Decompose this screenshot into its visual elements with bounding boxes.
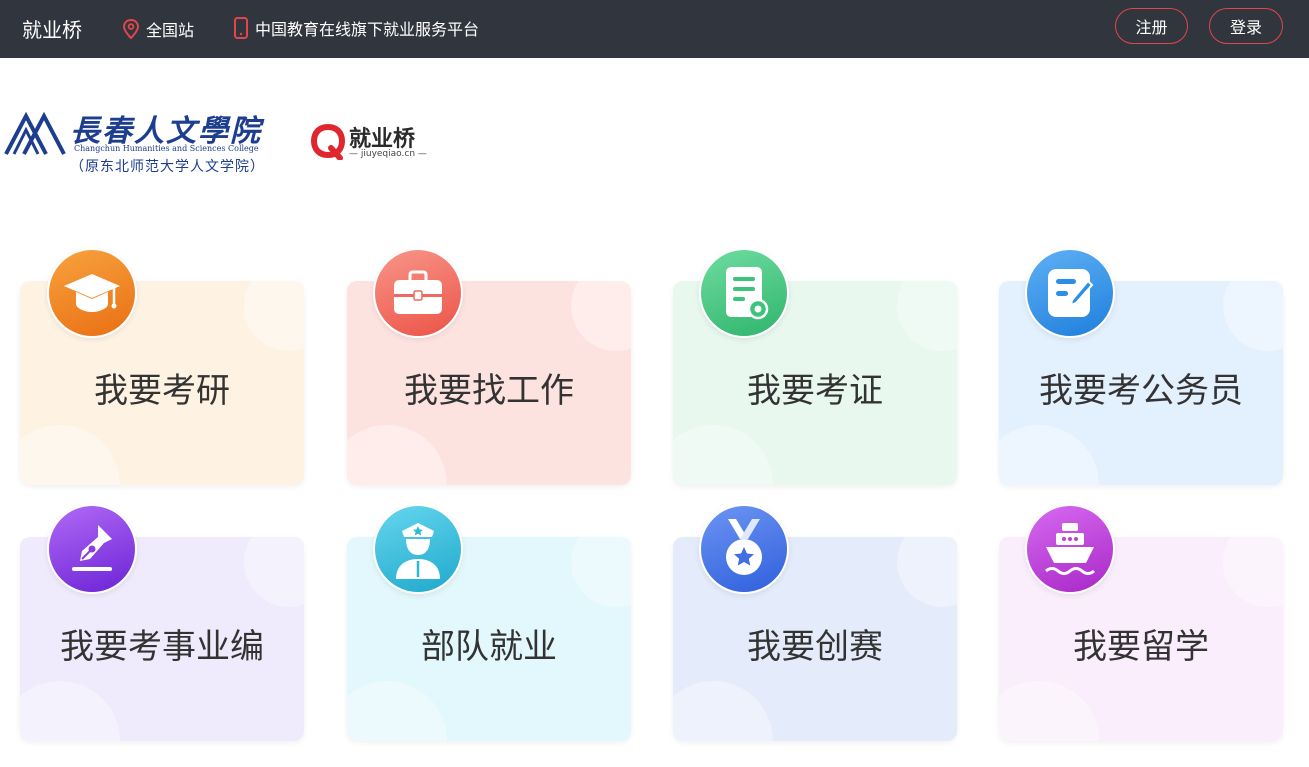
card-civil-servant-label: 我要考公务员 [1039,371,1243,411]
jiuyeqiao-logo-url: — jiuyeqiao.cn — [349,149,427,159]
college-english-name: Changchun Humanities and Sciences Colleg… [74,144,259,153]
top-navbar: 就业桥 全国站 中国教育在线旗下就业服务平台 注册 登录 [0,0,1309,58]
location-pin-icon [122,19,140,39]
platform-slogan: 中国教育在线旗下就业服务平台 [233,16,479,40]
location-label: 全国站 [146,21,195,40]
ship-icon [1025,504,1115,594]
jiuyeqiao-q-icon [311,124,345,160]
form-edit-icon [1025,248,1115,338]
college-logo: 長春人文學院 Changchun Humanities and Sciences… [4,106,284,180]
card-military-label: 部队就业 [421,627,557,667]
login-button[interactable]: 登录 [1209,8,1283,44]
briefcase-icon [373,248,463,338]
college-emblem-icon [4,111,66,155]
graduation-cap-icon [47,248,137,338]
card-certificate-label: 我要考证 [747,371,883,411]
medal-icon [699,504,789,594]
card-find-job-label: 我要找工作 [404,371,574,411]
mobile-phone-icon [234,17,248,39]
card-study-abroad-label: 我要留学 [1073,627,1209,667]
soldier-icon [373,504,463,594]
certificate-icon [699,248,789,338]
jiuyeqiao-logo[interactable]: 就业桥 — jiuyeqiao.cn — [311,120,431,164]
brand-name[interactable]: 就业桥 [22,14,82,43]
slogan-text: 中国教育在线旗下就业服务平台 [255,20,480,39]
card-kaoyan-label: 我要考研 [94,371,230,411]
location-selector[interactable]: 全国站 [122,17,194,41]
card-public-institution-label: 我要考事业编 [60,627,264,667]
pen-nib-icon [47,504,137,594]
college-former-name: （原东北师范大学人文学院） [70,159,265,175]
card-competition-label: 我要创赛 [747,627,883,667]
register-button[interactable]: 注册 [1115,8,1188,44]
